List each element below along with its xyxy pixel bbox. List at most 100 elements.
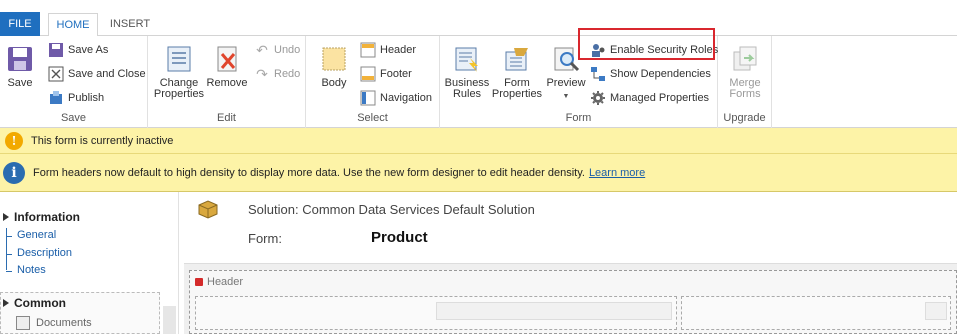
properties-icon: [167, 46, 191, 72]
change-properties-button[interactable]: Change Properties: [152, 44, 206, 100]
ribbon-tabs: FILE HOME INSERT: [0, 0, 957, 37]
header-section-label: Header: [195, 276, 243, 288]
nav-tree-tick: [6, 236, 12, 237]
form-properties-label-2: Properties: [491, 88, 543, 100]
save-as-button[interactable]: Save As: [48, 40, 108, 60]
expand-triangle-icon: [3, 213, 9, 221]
learn-more-link[interactable]: Learn more: [589, 167, 645, 179]
tab-home[interactable]: HOME: [48, 13, 98, 37]
nav-section-common[interactable]: Common: [0, 296, 66, 310]
ribbon: Save Save As Save and Close Publish Save…: [0, 36, 957, 128]
edit-group: Change Properties Remove ↶ Undo ↷ Redo E…: [148, 36, 306, 128]
warning-icon: !: [5, 131, 23, 150]
undo-label: Undo: [274, 44, 301, 56]
select-group-label: Select: [357, 112, 388, 124]
form-properties-icon: [505, 48, 528, 71]
nav-tree-line: [6, 228, 7, 270]
nav-section-information[interactable]: Information: [0, 210, 80, 224]
inactive-notification-text: This form is currently inactive: [31, 134, 174, 147]
nav-item-documents-label: Documents: [36, 317, 92, 329]
undo-button[interactable]: ↶ Undo: [254, 40, 300, 60]
inactive-notification: ! This form is currently inactive: [0, 128, 957, 154]
solution-icon: [198, 200, 218, 219]
nav-section-common-label: Common: [14, 296, 66, 310]
managed-properties-label: Managed Properties: [610, 92, 710, 104]
publish-icon: [50, 91, 62, 104]
tab-file[interactable]: FILE: [0, 12, 40, 36]
remove-label: Remove: [206, 77, 248, 89]
tab-insert[interactable]: INSERT: [106, 12, 154, 36]
dependencies-icon: [591, 67, 605, 81]
nav-tree-tick: [6, 254, 12, 255]
form-group-label: Form: [565, 112, 592, 124]
body-label: Body: [321, 77, 347, 89]
managed-properties-button[interactable]: Managed Properties: [590, 88, 709, 108]
preview-label: Preview: [546, 77, 586, 89]
save-and-close-label: Save and Close: [68, 68, 146, 80]
merge-forms-label-2: Forms: [729, 88, 761, 100]
nav-item-notes[interactable]: Notes: [17, 264, 46, 276]
redo-label: Redo: [274, 68, 301, 80]
navigation-label: Navigation: [380, 92, 432, 104]
remove-button[interactable]: Remove: [206, 44, 248, 89]
header-button[interactable]: Header: [360, 40, 416, 60]
header-cell[interactable]: [681, 296, 951, 330]
undo-icon: ↶: [256, 42, 268, 58]
header-section-title: Header: [207, 276, 244, 288]
footer-label: Footer: [380, 68, 412, 80]
save-as-icon: [49, 43, 63, 57]
select-group: Body Header Footer Navigation Select: [306, 36, 440, 128]
save-button[interactable]: Save: [2, 44, 38, 89]
upgrade-group: Merge Forms Upgrade: [718, 36, 772, 128]
solution-name: Solution: Common Data Services Default S…: [248, 202, 535, 217]
save-group-label: Save: [60, 112, 87, 124]
form-properties-button[interactable]: Form Properties: [490, 44, 544, 100]
redo-icon: ↷: [256, 66, 268, 82]
change-properties-label-2: Properties: [153, 88, 205, 100]
header-section-icon: [360, 42, 376, 58]
business-rules-label-2: Rules: [452, 88, 482, 100]
nav-item-general[interactable]: General: [17, 229, 56, 241]
show-dependencies-button[interactable]: Show Dependencies: [590, 64, 711, 84]
redo-button[interactable]: ↷ Redo: [254, 64, 300, 84]
save-and-close-button[interactable]: Save and Close: [48, 64, 146, 84]
show-dependencies-label: Show Dependencies: [610, 68, 711, 80]
header-field-placeholder[interactable]: [925, 302, 947, 320]
publish-label: Publish: [68, 92, 105, 104]
form-title: Product: [371, 229, 428, 246]
save-and-close-icon: [48, 66, 64, 82]
edit-group-label: Edit: [217, 112, 236, 124]
navigation-icon: [360, 90, 376, 106]
nav-section-information-label: Information: [14, 210, 80, 224]
business-rules-button[interactable]: Business Rules: [444, 44, 490, 100]
preview-icon: [554, 47, 580, 72]
header-label: Header: [380, 44, 417, 56]
gear-icon: [591, 91, 605, 105]
remove-icon: [217, 46, 237, 72]
documents-icon: [16, 316, 30, 330]
save-as-label: Save As: [68, 44, 109, 56]
save-label: Save: [7, 77, 33, 89]
nav-scrollbar[interactable]: [163, 306, 176, 334]
density-notification: i Form headers now default to high densi…: [0, 154, 957, 192]
density-notification-text: Form headers now default to high density…: [33, 166, 585, 179]
nav-tree-tick: [6, 271, 12, 272]
info-icon: i: [3, 161, 25, 184]
nav-item-documents[interactable]: Documents: [16, 316, 92, 330]
expand-triangle-icon: [3, 299, 9, 307]
save-group: Save Save As Save and Close Publish Save: [0, 36, 148, 128]
merge-forms-icon: [733, 46, 757, 71]
merge-forms-button[interactable]: Merge Forms: [722, 44, 768, 100]
body-icon: [322, 47, 346, 71]
preview-dropdown-icon: ▼: [562, 93, 570, 100]
form-navigation: Information General Description Notes Co…: [0, 192, 178, 334]
navigation-button[interactable]: Navigation: [360, 88, 432, 108]
footer-button[interactable]: Footer: [360, 64, 412, 84]
body-button[interactable]: Body: [316, 44, 352, 89]
header-field-placeholder[interactable]: [436, 302, 672, 320]
nav-item-description[interactable]: Description: [17, 247, 72, 259]
form-label: Form:: [248, 231, 282, 246]
lock-icon: [195, 278, 203, 286]
footer-section-icon: [360, 66, 376, 82]
publish-button[interactable]: Publish: [48, 88, 104, 108]
